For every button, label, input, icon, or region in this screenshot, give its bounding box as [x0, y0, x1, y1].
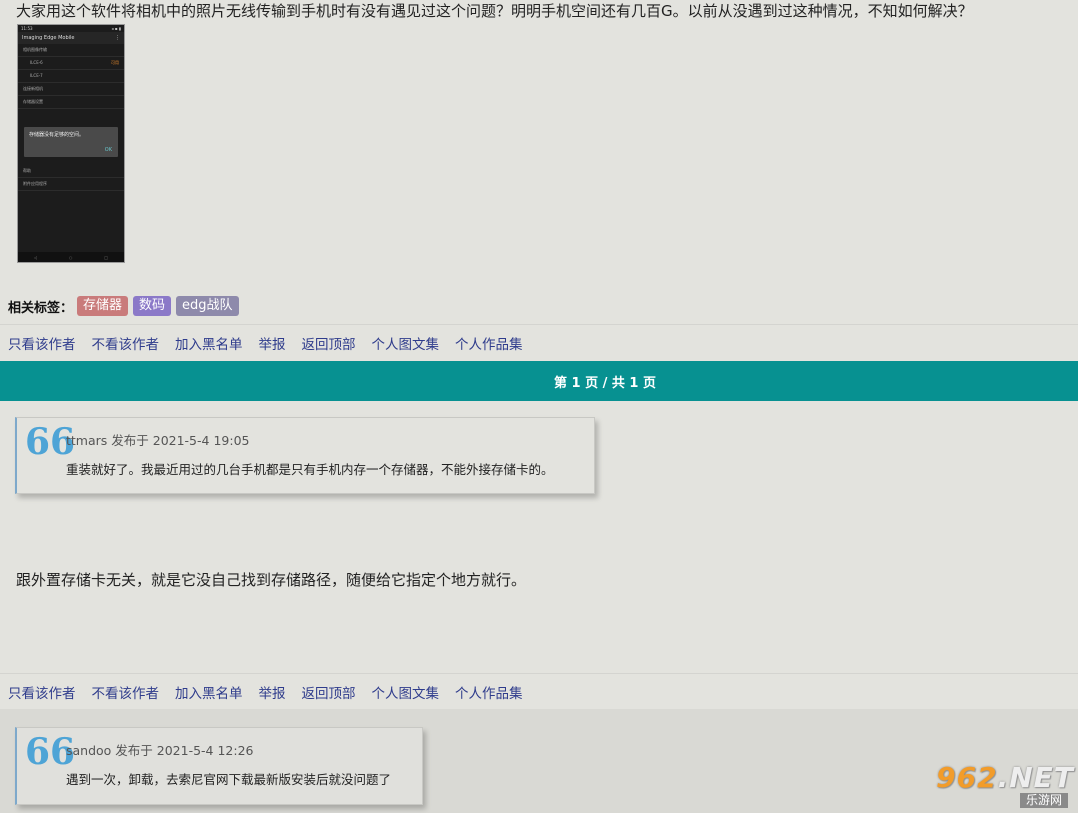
- phone-row: 连接新相机: [18, 83, 124, 96]
- watermark-suffix: .NET: [997, 761, 1074, 794]
- personal-gallery-link[interactable]: 个人图文集: [372, 333, 440, 353]
- phone-time: 11:53: [21, 26, 33, 31]
- phone-row-label: ILCE-6: [30, 60, 43, 65]
- phone-row: 附件应用程序: [18, 178, 124, 191]
- phone-back-icon: ◁: [33, 254, 38, 260]
- watermark-sub: 乐游网: [1019, 793, 1068, 808]
- phone-badge: 可用: [111, 60, 119, 65]
- blacklist-link[interactable]: 加入黑名单: [175, 682, 243, 702]
- phone-nav-bar: ◁ ○ □: [18, 252, 124, 262]
- tag-item[interactable]: 存储器: [77, 296, 129, 316]
- phone-dialog-ok: OK: [104, 147, 112, 153]
- reply-text: 跟外置存储卡无关，就是它没自己找到存储路径，随便给它指定个地方就行。: [16, 571, 527, 589]
- watermark-number: 962: [936, 761, 998, 794]
- phone-menu-icon: ⋮: [115, 35, 120, 41]
- phone-lower-list: 帮助 附件应用程序: [18, 165, 124, 191]
- phone-row: 相机图像传输: [18, 44, 124, 57]
- site-watermark-logo: 962.NET 乐游网: [936, 761, 1074, 809]
- phone-app-title: Imaging Edge Mobile: [22, 35, 75, 41]
- post-actions: 只看该作者 不看该作者 加入黑名单 举报 返回顶部 个人图文集 个人作品集: [0, 324, 1078, 360]
- phone-status-bar: 11:53 ◂ ▪ ▮: [18, 25, 124, 32]
- quote-block: 66 ttmars 发布于 2021-5-4 19:05 重装就好了。我最近用过…: [15, 417, 595, 494]
- tag-bar: 相关标签： 存储器 数码 edg战队: [8, 296, 244, 316]
- page-indicator: 第 1 页 / 共 1 页: [554, 375, 656, 391]
- personal-gallery-link[interactable]: 个人图文集: [372, 682, 440, 702]
- quote-author: ttmars 发布于 2021-5-4 19:05: [66, 433, 250, 448]
- quote-text: 遇到一次，卸载，去索尼官网下载最新版安装后就没问题了: [66, 772, 392, 787]
- pagination-bar: 第 1 页 / 共 1 页: [0, 361, 1078, 401]
- phone-app-bar: Imaging Edge Mobile ⋮: [18, 32, 124, 44]
- personal-works-link[interactable]: 个人作品集: [455, 333, 523, 353]
- tag-label: 相关标签：: [8, 300, 74, 316]
- back-to-top-link[interactable]: 返回顶部: [302, 333, 356, 353]
- quote-text: 重装就好了。我最近用过的几台手机都是只有手机内存一个存储器，不能外接存储卡的。: [66, 462, 554, 477]
- hide-author-link[interactable]: 不看该作者: [92, 333, 160, 353]
- only-author-link[interactable]: 只看该作者: [8, 333, 76, 353]
- post-actions: 只看该作者 不看该作者 加入黑名单 举报 返回顶部 个人图文集 个人作品集: [0, 673, 1078, 709]
- phone-home-icon: ○: [68, 254, 73, 260]
- phone-status-icons: ◂ ▪ ▮: [111, 26, 121, 31]
- back-to-top-link[interactable]: 返回顶部: [302, 682, 356, 702]
- hide-author-link[interactable]: 不看该作者: [92, 682, 160, 702]
- phone-row: 存储器设置: [18, 96, 124, 109]
- quote-author: sandoo 发布于 2021-5-4 12:26: [66, 743, 254, 758]
- personal-works-link[interactable]: 个人作品集: [455, 682, 523, 702]
- report-link[interactable]: 举报: [259, 333, 286, 353]
- phone-row: ILCE-7: [18, 70, 124, 83]
- post-image[interactable]: 11:53 ◂ ▪ ▮ Imaging Edge Mobile ⋮ 相机图像传输…: [17, 24, 125, 263]
- phone-recent-icon: □: [104, 254, 109, 260]
- phone-dialog-text: 存储器没有足够的空间。: [29, 132, 85, 138]
- blacklist-link[interactable]: 加入黑名单: [175, 333, 243, 353]
- post-text: 大家用这个软件将相机中的照片无线传输到手机时有没有遇见过这个问题？明明手机空间还…: [16, 2, 973, 20]
- phone-dialog: 存储器没有足够的空间。 OK: [24, 127, 118, 157]
- phone-row: 帮助: [18, 165, 124, 178]
- tag-item[interactable]: edg战队: [176, 296, 239, 316]
- only-author-link[interactable]: 只看该作者: [8, 682, 76, 702]
- quote-block: 66 sandoo 发布于 2021-5-4 12:26 遇到一次，卸载，去索尼…: [15, 727, 423, 805]
- report-link[interactable]: 举报: [259, 682, 286, 702]
- phone-row: ILCE-6 可用: [18, 57, 124, 70]
- tag-item[interactable]: 数码: [133, 296, 172, 316]
